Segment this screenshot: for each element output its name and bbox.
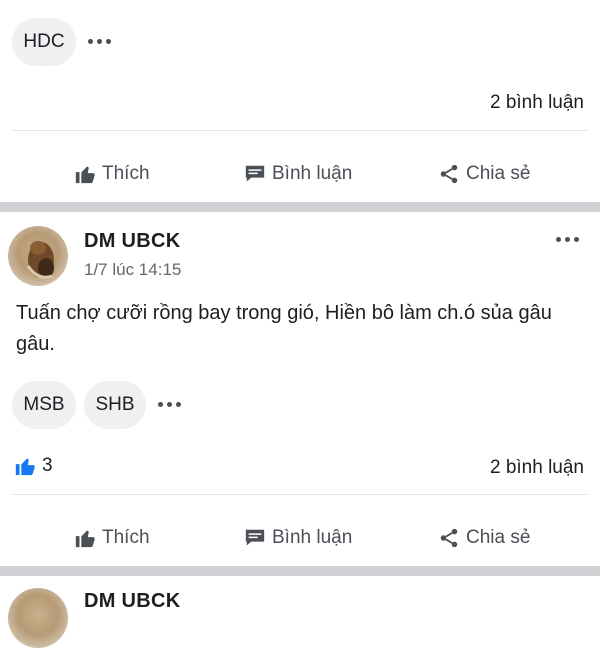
post-actions-bar: Thích Bình luận Chia sẻ [0, 146, 600, 202]
comment-count-link[interactable]: 2 bình luận [490, 92, 584, 114]
stock-tag-label: MSB [23, 394, 65, 415]
post-actions-bar: Thích Bình luận Chia sẻ [0, 510, 600, 566]
share-label: Chia sẻ [466, 527, 531, 548]
comment-label: Bình luận [272, 527, 353, 548]
comment-count-link[interactable]: 2 bình luận [490, 457, 584, 479]
stock-tag-hdc[interactable]: HDC [12, 18, 76, 66]
author-name[interactable]: DM UBCK [84, 230, 181, 253]
comment-label: Bình luận [272, 163, 353, 184]
author-avatar[interactable] [8, 588, 68, 648]
stock-tag-msb[interactable]: MSB [12, 381, 76, 429]
share-icon [440, 164, 458, 184]
like-button[interactable]: Thích [74, 146, 150, 202]
share-button[interactable]: Chia sẻ [438, 146, 530, 202]
comment-button[interactable]: Bình luận [244, 146, 352, 202]
like-button[interactable]: Thích [74, 510, 150, 566]
reaction-summary[interactable]: 3 [14, 455, 53, 477]
post-separator [0, 566, 600, 576]
author-avatar[interactable] [8, 226, 68, 286]
post-timestamp[interactable]: 1/7 lúc 14:15 [84, 260, 181, 280]
stock-tag-shb[interactable]: SHB [84, 381, 146, 429]
post-options-button[interactable] [556, 237, 579, 242]
divider [12, 494, 588, 495]
more-tags-button[interactable] [158, 402, 181, 407]
comment-bubble-icon [245, 529, 265, 546]
share-button[interactable]: Chia sẻ [438, 510, 530, 566]
stock-tag-label: HDC [23, 31, 65, 52]
thumbs-up-icon [75, 530, 95, 548]
comment-button[interactable]: Bình luận [244, 510, 352, 566]
comment-bubble-icon [245, 165, 265, 182]
like-count: 3 [42, 455, 53, 476]
avatar-image [26, 241, 54, 279]
author-name[interactable]: DM UBCK [84, 590, 181, 613]
divider [12, 130, 588, 131]
like-label: Thích [102, 527, 150, 548]
more-tags-button[interactable] [88, 39, 111, 44]
stock-tag-label: SHB [95, 394, 135, 415]
share-label: Chia sẻ [466, 163, 531, 184]
post-body: Tuấn chợ cưỡi rồng bay trong gió, Hiền b… [16, 302, 552, 355]
post-separator [0, 202, 600, 212]
like-label: Thích [102, 163, 150, 184]
share-icon [440, 528, 458, 548]
blue-like-icon [15, 458, 35, 476]
thumbs-up-icon [75, 166, 95, 184]
